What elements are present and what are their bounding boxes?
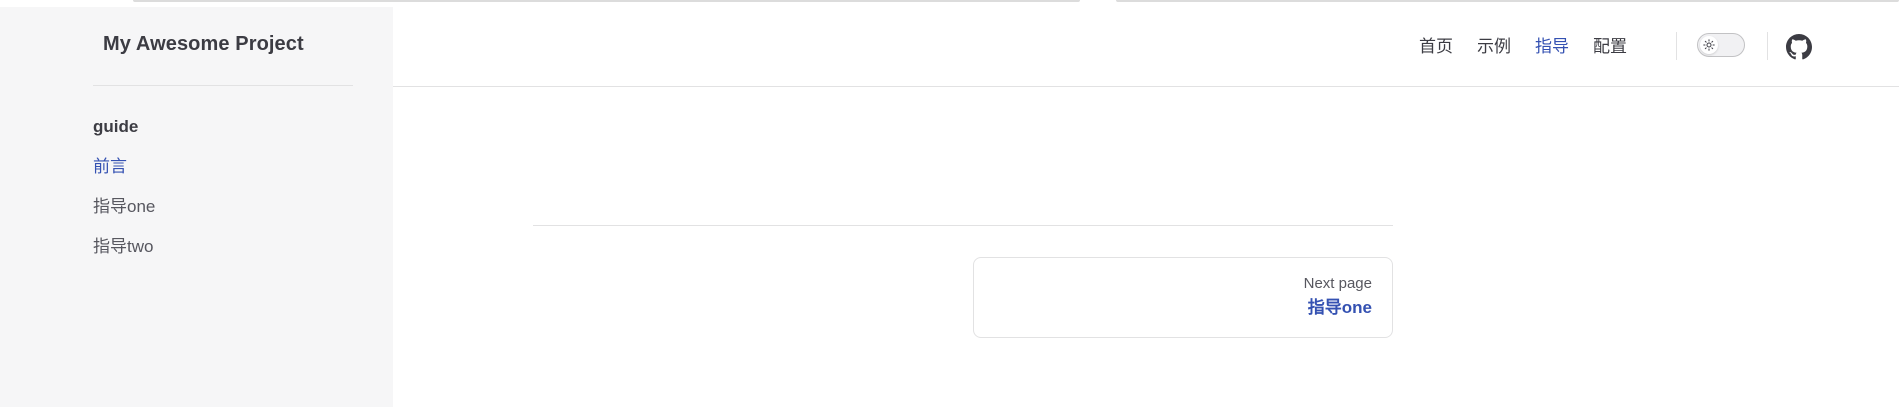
top-strip-segment xyxy=(133,0,1080,2)
nav-link-config[interactable]: 配置 xyxy=(1581,7,1639,86)
nav-divider xyxy=(1676,32,1677,60)
github-link[interactable] xyxy=(1786,34,1812,60)
sun-icon xyxy=(1703,39,1715,51)
next-page-title: 指导one xyxy=(1307,298,1372,317)
sidebar-nav: guide 前言 指导one 指导two xyxy=(93,107,373,267)
sidebar: My Awesome Project guide 前言 指导one 指导two xyxy=(0,7,393,407)
sidebar-item-guide-one[interactable]: 指导one xyxy=(93,187,373,227)
browser-top-strip xyxy=(0,0,1899,7)
top-strip-segment xyxy=(1116,0,1899,2)
nav-link-home[interactable]: 首页 xyxy=(1407,7,1465,86)
github-icon xyxy=(1786,34,1812,60)
next-page-desc: Next page xyxy=(1303,275,1372,292)
theme-toggle-switch[interactable] xyxy=(1697,33,1745,57)
next-page-link[interactable]: Next page 指导one xyxy=(973,257,1393,338)
site-title[interactable]: My Awesome Project xyxy=(103,33,304,56)
nav-links: 首页 示例 指导 配置 xyxy=(1407,7,1639,86)
toggle-knob xyxy=(1700,36,1718,54)
nav-link-guide[interactable]: 指导 xyxy=(1523,7,1581,86)
sidebar-item-guide-two[interactable]: 指导two xyxy=(93,227,373,267)
sidebar-item-preface[interactable]: 前言 xyxy=(93,147,373,187)
content-divider xyxy=(533,225,1393,226)
docs-page: My Awesome Project guide 前言 指导one 指导two … xyxy=(0,0,1899,407)
top-navbar: 首页 示例 指导 配置 xyxy=(393,7,1899,87)
sidebar-divider xyxy=(93,85,353,86)
sidebar-section-title: guide xyxy=(93,117,139,136)
nav-divider xyxy=(1767,32,1768,60)
nav-link-examples[interactable]: 示例 xyxy=(1465,7,1523,86)
